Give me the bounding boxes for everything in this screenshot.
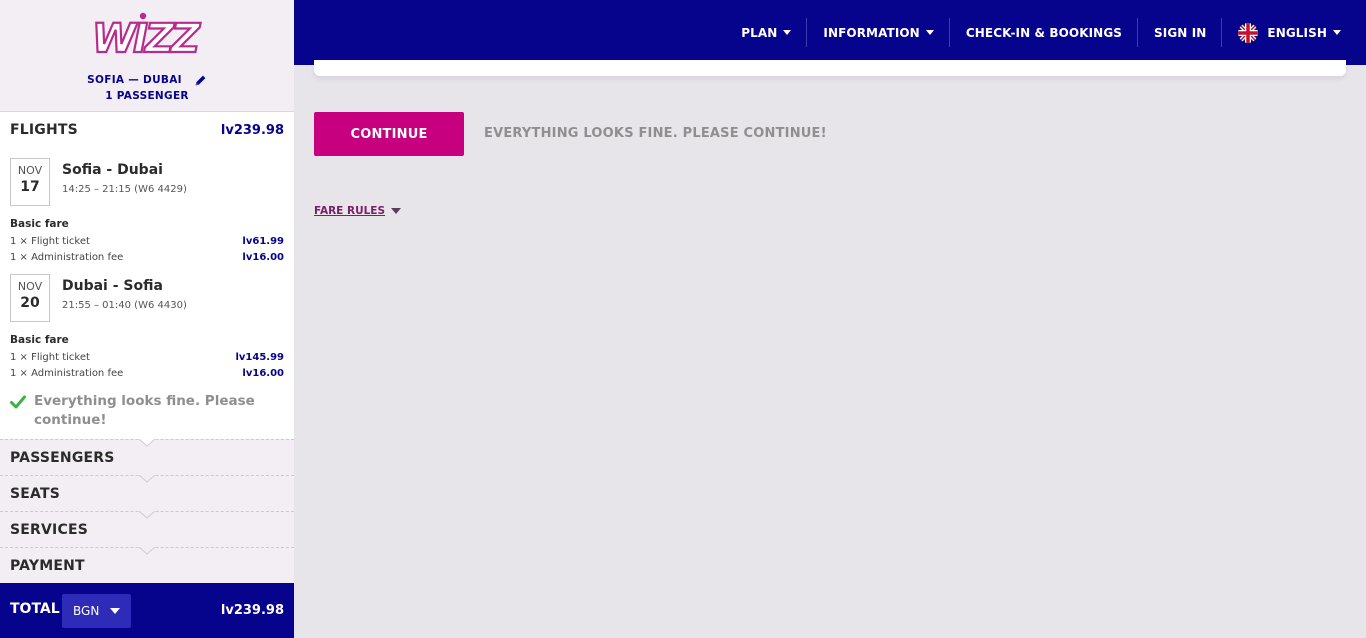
fare-line-amount: lv145.99 — [235, 351, 284, 363]
fare-line-amount: lv16.00 — [242, 251, 284, 263]
step-label: SEATS — [10, 486, 61, 502]
route-label: SOFIA — DUBAI — [87, 74, 182, 86]
chevron-down-icon — [139, 511, 155, 519]
fare-line-label: 1 × Flight ticket — [10, 235, 90, 247]
currency-value: BGN — [73, 604, 100, 618]
flight-route: Dubai - Sofia — [62, 278, 163, 294]
top-navigation: PLAN INFORMATION CHECK-IN & BOOKINGS SIG… — [294, 0, 1366, 65]
wizz-logo[interactable]: WIZZ — [88, 10, 206, 66]
fare-line: 1 × Flight ticket lv61.99 — [10, 233, 284, 249]
date-day: 20 — [20, 295, 40, 311]
step-label: PASSENGERS — [10, 450, 115, 466]
step-label: PAYMENT — [10, 558, 85, 574]
fare-line-label: 1 × Administration fee — [10, 367, 124, 379]
fare-line: 1 × Administration fee lv16.00 — [10, 365, 284, 381]
currency-select[interactable]: BGN — [62, 594, 131, 628]
flights-total: lv239.98 — [220, 122, 284, 138]
date-day: 17 — [20, 179, 40, 195]
nav-menu: PLAN INFORMATION CHECK-IN & BOOKINGS SIG… — [725, 0, 1366, 65]
caret-down-icon — [783, 30, 792, 35]
passenger-count: 1 PASSENGER — [105, 90, 189, 102]
step-label: SERVICES — [10, 522, 88, 538]
fare-line: 1 × Administration fee lv16.00 — [10, 249, 284, 265]
chevron-down-icon — [139, 475, 155, 483]
step-seats[interactable]: SEATS — [0, 475, 294, 511]
total-label: TOTAL — [10, 601, 60, 617]
flight-time: 21:55 – 01:40 (W6 4430) — [62, 300, 187, 311]
nav-sign-in[interactable]: SIGN IN — [1138, 0, 1223, 65]
fare-return: Basic fare 1 × Flight ticket lv145.99 1 … — [10, 334, 284, 381]
flight-outbound: NOV 17 Sofia - Dubai 14:25 – 21:15 (W6 4… — [10, 158, 284, 208]
flights-header: FLIGHTS lv239.98 — [10, 122, 284, 138]
trip-summary: SOFIA — DUBAI 1 PASSENGER — [0, 72, 294, 104]
checkmark-icon — [10, 395, 26, 409]
fare-name: Basic fare — [10, 334, 69, 346]
chevron-down-icon — [139, 547, 155, 555]
total-bar: TOTAL BGN lv239.98 — [0, 583, 294, 638]
caret-down-icon — [391, 208, 402, 214]
flight-time: 14:25 – 21:15 (W6 4429) — [62, 184, 187, 195]
continue-button[interactable]: CONTINUE — [314, 112, 464, 156]
nav-signin-label: SIGN IN — [1154, 25, 1207, 40]
date-month: NOV — [17, 280, 43, 293]
status-message: Everything looks fine. Please continue! — [34, 393, 255, 428]
fare-outbound: Basic fare 1 × Flight ticket lv61.99 1 ×… — [10, 218, 284, 265]
fare-line-amount: lv61.99 — [242, 235, 284, 247]
validation-status: Everything looks fine. Please continue! — [10, 392, 280, 430]
fare-name: Basic fare — [10, 218, 69, 230]
flights-title: FLIGHTS — [10, 122, 78, 138]
language-selector[interactable]: ENGLISH — [1222, 0, 1366, 65]
brand-header: WIZZ SOFIA — DUBAI 1 PASSENGER — [0, 0, 294, 112]
date-box: NOV 20 — [10, 274, 50, 322]
fare-line-label: 1 × Administration fee — [10, 251, 124, 263]
nav-information-label: INFORMATION — [823, 25, 920, 40]
uk-flag-icon — [1238, 22, 1259, 43]
language-label: ENGLISH — [1267, 25, 1327, 40]
content-card-bottom — [314, 60, 1346, 76]
chevron-down-icon — [139, 439, 155, 447]
fare-line-label: 1 × Flight ticket — [10, 351, 90, 363]
flight-return: NOV 20 Dubai - Sofia 21:55 – 01:40 (W6 4… — [10, 274, 284, 324]
caret-down-icon — [110, 608, 120, 614]
wizz-logo-text: WIZZ — [92, 16, 201, 62]
step-payment[interactable]: PAYMENT — [0, 547, 294, 583]
fare-rules-label: FARE RULES — [314, 205, 386, 217]
booking-sidebar: WIZZ SOFIA — DUBAI 1 PASSENGER FLIGHTS l… — [0, 0, 294, 638]
step-passengers[interactable]: PASSENGERS — [0, 439, 294, 475]
nav-checkin-bookings[interactable]: CHECK-IN & BOOKINGS — [950, 0, 1139, 65]
pencil-icon[interactable] — [194, 74, 207, 87]
caret-down-icon — [1333, 30, 1341, 35]
caret-down-icon — [925, 30, 934, 35]
total-amount: lv239.98 — [220, 603, 284, 618]
fare-rules-toggle[interactable]: FARE RULES — [314, 205, 402, 217]
continue-hint: EVERYTHING LOOKS FINE. PLEASE CONTINUE! — [484, 126, 827, 141]
step-services[interactable]: SERVICES — [0, 511, 294, 547]
nav-checkin-label: CHECK-IN & BOOKINGS — [965, 25, 1123, 40]
nav-information[interactable]: INFORMATION — [807, 0, 951, 65]
nav-plan-label: PLAN — [741, 25, 778, 40]
date-month: NOV — [17, 164, 43, 177]
date-box: NOV 17 — [10, 158, 50, 206]
fare-line-amount: lv16.00 — [242, 367, 284, 379]
flight-route: Sofia - Dubai — [62, 162, 163, 178]
nav-plan[interactable]: PLAN — [725, 0, 808, 65]
fare-line: 1 × Flight ticket lv145.99 — [10, 349, 284, 365]
